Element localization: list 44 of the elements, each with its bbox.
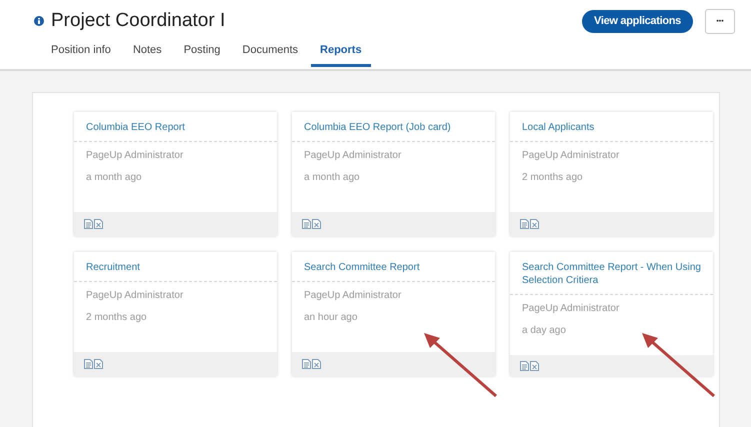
report-card[interactable]: Columbia EEO Report PageUp Administrator a month ago (74, 112, 277, 236)
document-icon[interactable] (84, 219, 93, 229)
report-author: PageUp Administrator (86, 150, 184, 161)
document-icon[interactable] (312, 219, 321, 229)
report-author: PageUp Administrator (86, 290, 184, 301)
report-card[interactable]: Search Committee Report PageUp Administrator an hour ago (292, 252, 495, 376)
report-time: a month ago (86, 172, 143, 183)
document-icon[interactable] (302, 219, 311, 229)
report-author: PageUp Administrator (522, 303, 620, 314)
report-card[interactable]: Recruitment PageUp Administrator 2 months ago (74, 252, 277, 376)
document-icon[interactable] (312, 359, 321, 369)
report-title[interactable]: Columbia EEO Report (74, 112, 277, 142)
report-time: a month ago (304, 172, 361, 183)
report-time: 2 months ago (522, 172, 584, 183)
report-time: an hour ago (304, 312, 358, 323)
document-icon[interactable] (520, 360, 529, 370)
tab[interactable]: Documents (233, 44, 308, 67)
tab[interactable]: Notes (124, 44, 171, 67)
report-author: PageUp Administrator (522, 150, 620, 161)
report-author: PageUp Administrator (304, 290, 402, 301)
report-time: 2 months ago (86, 312, 148, 323)
report-title[interactable]: Columbia EEO Report (Job card) (292, 112, 495, 142)
report-card[interactable]: Local Applicants PageUp Administrator 2 months ago (510, 112, 713, 236)
page-title: Project Coordinator I (51, 10, 226, 32)
document-icon[interactable] (520, 219, 529, 229)
tab[interactable]: Posting (174, 44, 230, 67)
report-card[interactable]: Columbia EEO Report (Job card) PageUp Administrator a month ago (292, 112, 495, 236)
report-title[interactable]: Search Committee Report - When Using Selection Critiera (510, 252, 713, 295)
report-title[interactable]: Search Committee Report (292, 252, 495, 282)
report-time: a day ago (522, 325, 567, 336)
view-applications-button[interactable]: View applications (582, 10, 693, 32)
report-author: PageUp Administrator (304, 150, 402, 161)
report-card[interactable]: Search Committee Report - When Using Selection Critiera PageUp Administrator a day ago (510, 252, 713, 376)
document-icon[interactable] (84, 359, 93, 369)
tab[interactable]: Reports (311, 44, 371, 67)
tab[interactable]: Position info (42, 44, 120, 67)
report-title[interactable]: Recruitment (74, 252, 277, 282)
report-title[interactable]: Local Applicants (510, 112, 713, 142)
document-icon[interactable] (94, 219, 103, 229)
document-icon[interactable] (530, 219, 539, 229)
document-icon[interactable] (302, 359, 311, 369)
document-icon[interactable] (94, 359, 103, 369)
info-icon (34, 16, 44, 26)
document-icon[interactable] (530, 360, 539, 370)
